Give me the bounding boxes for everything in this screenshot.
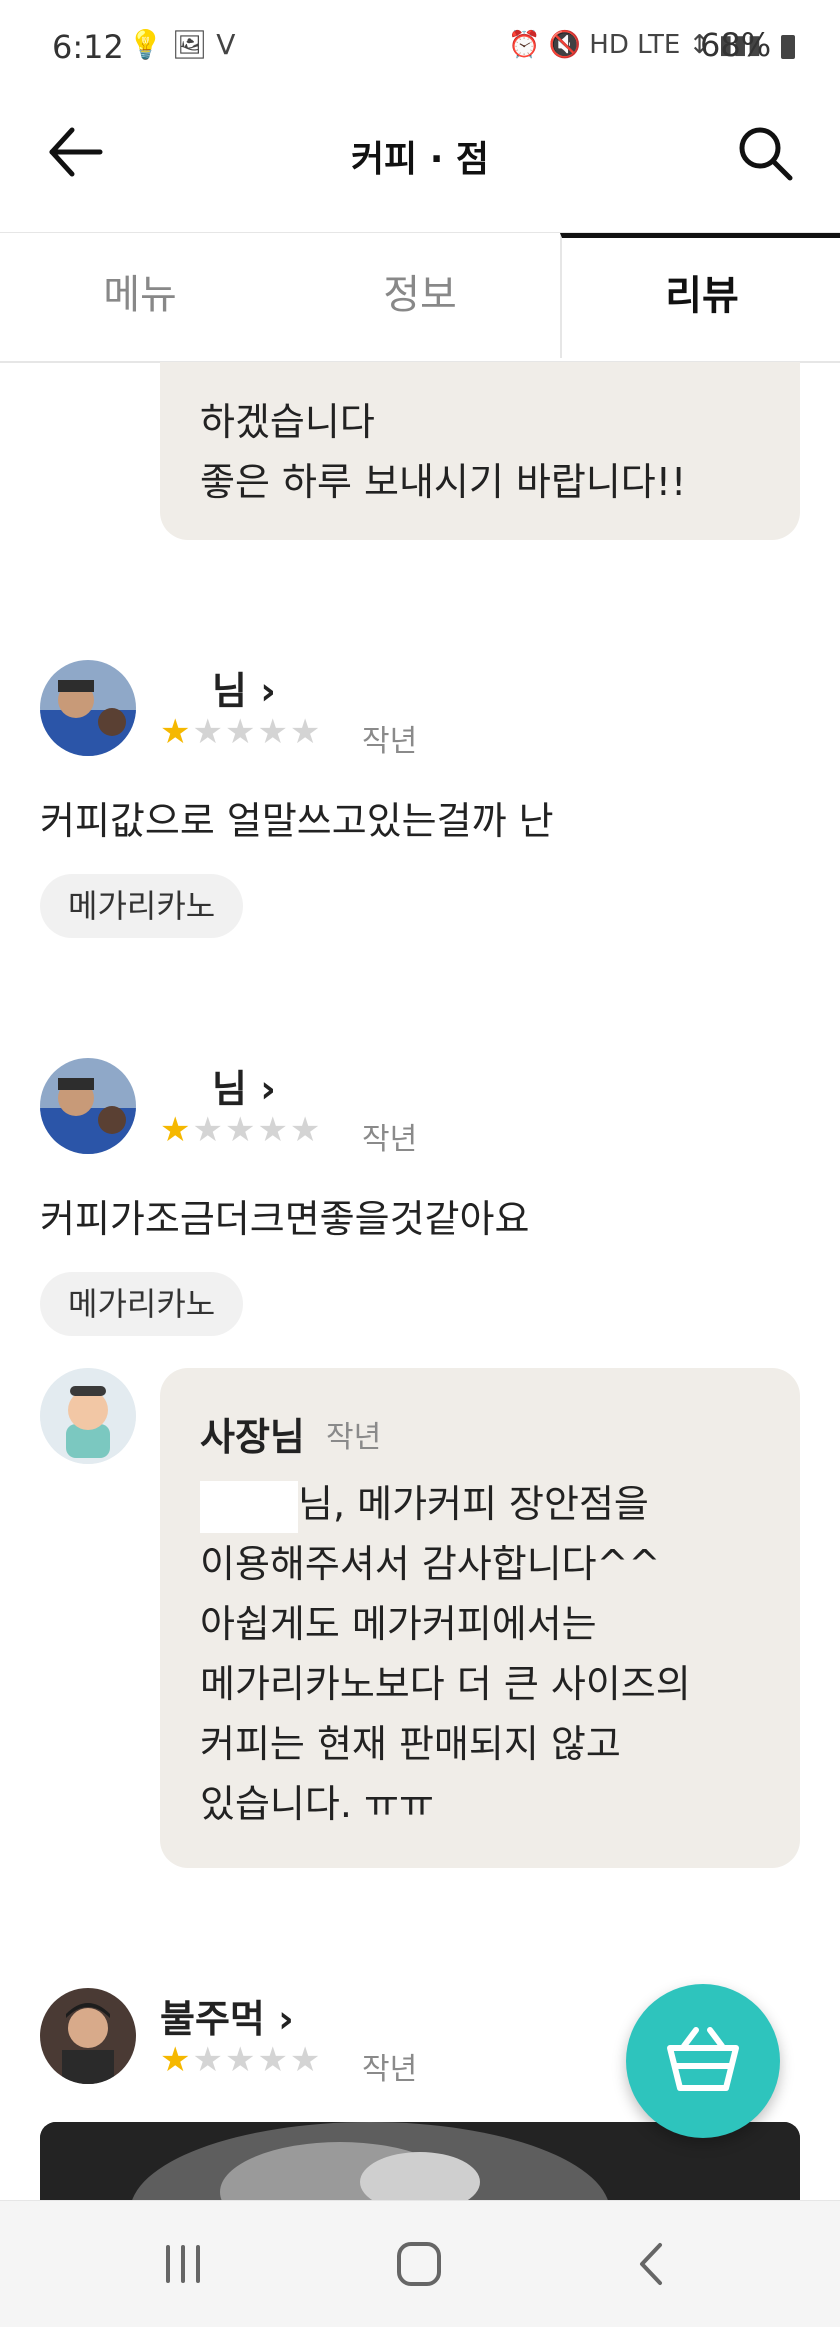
reply-line: 님, 메가커피 장안점을: [200, 1474, 649, 1534]
recent-apps-icon: [166, 2245, 200, 2283]
owner-reply-date: 작년: [326, 1420, 382, 1455]
battery-icon: [781, 35, 796, 59]
star-filled-icon: ★: [160, 712, 193, 752]
star-filled-icon: ★: [160, 2040, 193, 2080]
menu-tag: 메가리카노: [40, 1272, 244, 1336]
tab-menu[interactable]: 메뉴: [0, 233, 280, 357]
search-icon: [739, 127, 793, 181]
nav-back-icon: [640, 2243, 662, 2285]
reply-line: 아쉽게도 메가커피에서는: [200, 1602, 597, 1646]
owner-reply-bubble: 하겠습니다 좋은 하루 보내시기 바랍니다!!: [160, 362, 800, 540]
recent-apps-button[interactable]: [150, 2231, 216, 2297]
rating-stars: ★★★★★: [160, 1110, 322, 1150]
review-date: 작년: [362, 1122, 418, 1157]
tab-info[interactable]: 정보: [280, 233, 560, 357]
star-filled-icon: ★: [160, 1110, 193, 1150]
cart-button[interactable]: [626, 1984, 780, 2138]
avatar[interactable]: [40, 660, 136, 756]
masked-name: [200, 1480, 298, 1533]
review-text: 커피가조금더크면좋을것같아요: [40, 1197, 530, 1241]
review-text: 커피값으로 얼말쓰고있는걸까 난: [40, 799, 554, 843]
star-empty-icon: ★★★★: [192, 1110, 323, 1150]
system-nav-bar: [0, 2200, 840, 2327]
home-icon: [397, 2242, 441, 2286]
owner-reply-bubble: 사장님 작년 님, 메가커피 장안점을 이용해주셔서 감사합니다^^ 아쉽게도 …: [160, 1368, 800, 1868]
rating-stars: ★★★★★: [160, 712, 322, 752]
rating-stars: ★★★★★: [160, 2040, 322, 2080]
reply-line: 커피는 현재 판매되지 않고: [200, 1722, 621, 1766]
reviewer-name[interactable]: 불주먹 ›: [160, 1988, 294, 2043]
status-notification-icons: 💡 🖼 V: [128, 28, 236, 61]
nav-back-button[interactable]: [620, 2231, 686, 2297]
reply-line: 하겠습니다: [200, 400, 375, 444]
star-empty-icon: ★★★★: [192, 712, 323, 752]
reply-line: 있습니다. ㅠㅠ: [200, 1782, 434, 1826]
avatar[interactable]: [40, 1988, 136, 2084]
reply-line: 메가리카노보다 더 큰 사이즈의: [200, 1662, 691, 1706]
reviewer-name[interactable]: 님 ›: [212, 660, 276, 715]
owner-name: 사장님: [200, 1415, 305, 1459]
reply-line: 이용해주셔서 감사합니다^^: [200, 1542, 661, 1586]
reply-line: 좋은 하루 보내시기 바랍니다!!: [200, 460, 687, 504]
star-empty-icon: ★★★★: [192, 2040, 323, 2080]
review-date: 작년: [362, 724, 418, 759]
reviewer-name[interactable]: 님 ›: [212, 1058, 276, 1113]
owner-avatar: [40, 1368, 136, 1464]
status-time: 6:12: [52, 28, 124, 66]
menu-tag: 메가리카노: [40, 874, 244, 938]
tab-bar: 메뉴 정보 리뷰: [0, 232, 840, 363]
search-button[interactable]: [730, 118, 802, 190]
tab-reviews[interactable]: 리뷰: [560, 233, 840, 358]
review-date: 작년: [362, 2052, 418, 2087]
home-button[interactable]: [386, 2231, 452, 2297]
shopping-basket-icon: [667, 2027, 739, 2091]
store-title: 커피 · 점: [350, 139, 490, 180]
battery-level: 68%: [700, 26, 796, 64]
avatar[interactable]: [40, 1058, 136, 1154]
